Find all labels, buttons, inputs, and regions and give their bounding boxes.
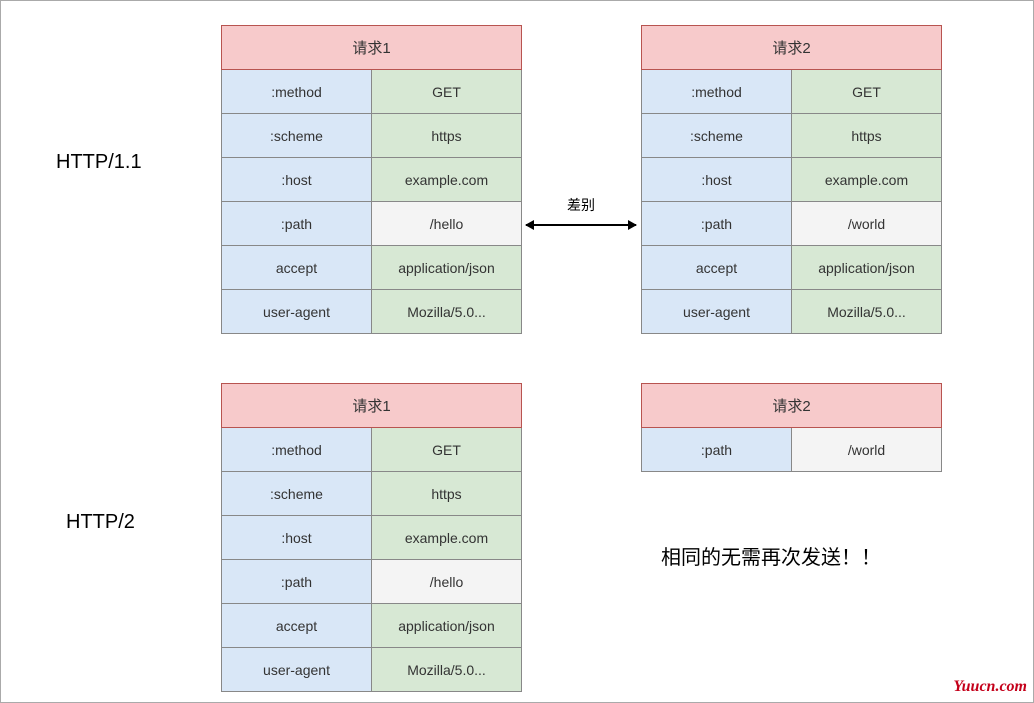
table-header: 请求1 (222, 384, 522, 428)
watermark: Yuucn.com (953, 678, 1027, 696)
table-row: :path/hello (222, 202, 522, 246)
table-header: 请求1 (222, 26, 522, 70)
table-header: 请求2 (642, 26, 942, 70)
table-row: :methodGET (222, 70, 522, 114)
table-row: :hostexample.com (222, 158, 522, 202)
diff-arrow (526, 224, 636, 226)
http2-label: HTTP/2 (66, 511, 135, 534)
table-row: user-agentMozilla/5.0... (222, 290, 522, 334)
table-row: user-agentMozilla/5.0... (642, 290, 942, 334)
table-header: 请求2 (642, 384, 942, 428)
table-row: acceptapplication/json (222, 604, 522, 648)
table-http2-req1: 请求1 :methodGET :schemehttps :hostexample… (221, 383, 522, 692)
table-row: :schemehttps (222, 114, 522, 158)
table-row: :schemehttps (642, 114, 942, 158)
table-row: :hostexample.com (222, 516, 522, 560)
table-http2-req2: 请求2 :path/world (641, 383, 942, 472)
table-row: :hostexample.com (642, 158, 942, 202)
table-row: acceptapplication/json (642, 246, 942, 290)
diff-label: 差别 (567, 195, 595, 215)
table-row: :path/world (642, 202, 942, 246)
http11-label: HTTP/1.1 (56, 151, 142, 174)
table-row: acceptapplication/json (222, 246, 522, 290)
table-row: :methodGET (222, 428, 522, 472)
note-text: 相同的无需再次发送！！ (661, 541, 881, 570)
table-http11-req1: 请求1 :methodGET :schemehttps :hostexample… (221, 25, 522, 334)
table-row: :methodGET (642, 70, 942, 114)
table-http11-req2: 请求2 :methodGET :schemehttps :hostexample… (641, 25, 942, 334)
table-row: user-agentMozilla/5.0... (222, 648, 522, 692)
table-row: :path/world (642, 428, 942, 472)
table-row: :path/hello (222, 560, 522, 604)
table-row: :schemehttps (222, 472, 522, 516)
